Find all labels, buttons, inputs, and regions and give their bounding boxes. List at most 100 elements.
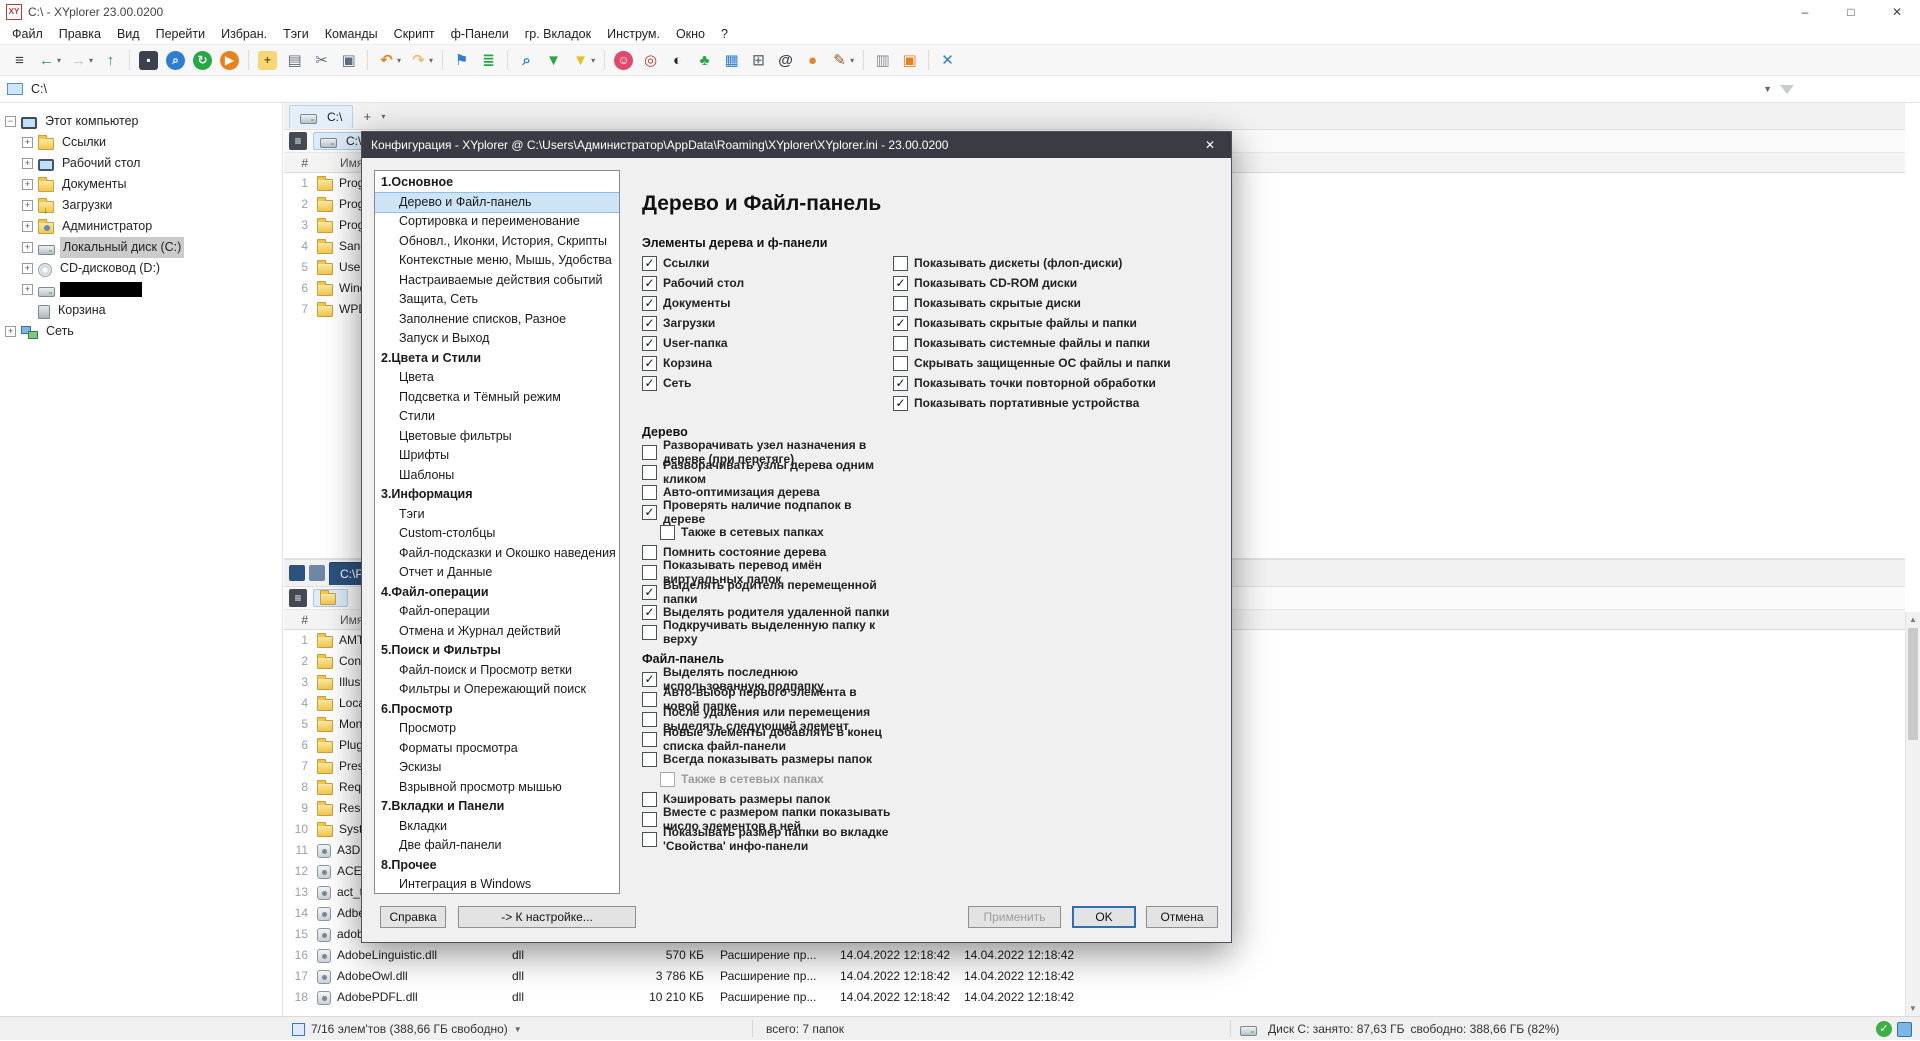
- config-nav-item[interactable]: 7.Вкладки и Панели: [375, 797, 619, 817]
- checkbox-row[interactable]: ✓Загрузки: [642, 313, 893, 333]
- column-number[interactable]: #: [284, 613, 308, 627]
- config-nav-item[interactable]: Эскизы: [375, 758, 619, 778]
- zoom-button[interactable]: ⌕: [163, 47, 188, 73]
- checkbox-row[interactable]: ✓Показывать портативные устройства: [893, 393, 1171, 413]
- tree-item[interactable]: +: [0, 279, 282, 300]
- selection-status[interactable]: 7/16 элем'тов (388,66 ГБ свободно) ▼: [292, 1017, 522, 1041]
- filter-funnel-icon[interactable]: [1780, 85, 1794, 94]
- address-dropdown-icon[interactable]: ▼: [1755, 84, 1780, 94]
- checkbox[interactable]: [642, 625, 657, 640]
- scroll-up-icon[interactable]: ▲: [1906, 612, 1920, 627]
- filter-button[interactable]: ▼: [541, 47, 566, 73]
- status-panel-icon[interactable]: [1897, 1022, 1912, 1037]
- checkbox[interactable]: ✓: [642, 356, 657, 371]
- table-button[interactable]: ⊞: [746, 47, 771, 73]
- config-nav-item[interactable]: Дерево и Файл-панель: [375, 193, 619, 213]
- minimize-button[interactable]: –: [1782, 0, 1828, 24]
- config-nav-item[interactable]: Отчет и Данные: [375, 563, 619, 583]
- config-nav-item[interactable]: Цветовые фильтры: [375, 427, 619, 447]
- ok-button[interactable]: OK: [1072, 906, 1136, 928]
- checkbox[interactable]: ✓: [893, 316, 908, 331]
- expander-icon[interactable]: +: [22, 242, 33, 253]
- checkbox-row[interactable]: ✓Сеть: [642, 373, 893, 393]
- checkbox-row[interactable]: ✓Показывать CD-ROM диски: [893, 273, 1171, 293]
- checkbox-row[interactable]: Показывать размер папки во вкладке 'Свой…: [642, 829, 893, 849]
- checkbox[interactable]: ✓: [642, 605, 657, 620]
- brush-button[interactable]: ✎▾: [827, 47, 857, 73]
- checkbox-row[interactable]: Показывать системные файлы и папки: [893, 333, 1171, 353]
- checkbox-row[interactable]: ✓Корзина: [642, 353, 893, 373]
- checkbox[interactable]: [893, 256, 908, 271]
- checkbox[interactable]: ✓: [642, 585, 657, 600]
- tree-item[interactable]: +Локальный диск (C:): [0, 237, 282, 258]
- checkbox[interactable]: [642, 545, 657, 560]
- go-button[interactable]: ▶: [217, 47, 242, 73]
- config-nav-item[interactable]: Стили: [375, 407, 619, 427]
- menu-item[interactable]: Инструм.: [599, 24, 668, 44]
- tree-item[interactable]: +Корзина: [0, 300, 282, 321]
- panel-button[interactable]: ▣: [897, 47, 922, 73]
- grid-button[interactable]: ▦: [719, 47, 744, 73]
- config-nav-item[interactable]: Файл-операции: [375, 602, 619, 622]
- config-nav-item[interactable]: Шаблоны: [375, 466, 619, 486]
- checkbox[interactable]: ✓: [642, 276, 657, 291]
- help-button[interactable]: Справка: [380, 906, 446, 928]
- checkbox[interactable]: [642, 752, 657, 767]
- dialog-close-button[interactable]: ✕: [1189, 132, 1231, 158]
- checkbox[interactable]: [642, 832, 657, 847]
- config-nav-item[interactable]: 8.Прочее: [375, 856, 619, 876]
- config-nav-item[interactable]: Форматы просмотра: [375, 739, 619, 759]
- menu-item[interactable]: ?: [713, 24, 736, 44]
- goto-setting-button[interactable]: -> К настройке...: [458, 906, 636, 928]
- config-nav-item[interactable]: Настраиваемые действия событий: [375, 271, 619, 291]
- file-row[interactable]: 18AdobePDFL.dlldll10 210 КБРасширение пр…: [284, 987, 1905, 1008]
- checkbox[interactable]: [642, 792, 657, 807]
- close-button[interactable]: ✕: [1874, 0, 1920, 24]
- menu-item[interactable]: Перейти: [148, 24, 214, 44]
- contrast-button[interactable]: ◐: [665, 47, 690, 73]
- tree-style-button[interactable]: ♣: [692, 47, 717, 73]
- config-nav-item[interactable]: Вкладки: [375, 817, 619, 837]
- file-row[interactable]: 16AdobeLinguistic.dlldll570 КБРасширение…: [284, 945, 1905, 966]
- menu-item[interactable]: ф-Панели: [443, 24, 517, 44]
- checkbox-row[interactable]: ✓Документы: [642, 293, 893, 313]
- checkbox-row[interactable]: ✓Рабочий стол: [642, 273, 893, 293]
- config-nav-item[interactable]: 5.Поиск и Фильтры: [375, 641, 619, 661]
- checkbox-row[interactable]: ✓Показывать точки повторной обработки: [893, 373, 1171, 393]
- maximize-button[interactable]: □: [1828, 0, 1874, 24]
- expander-icon[interactable]: +: [22, 179, 33, 190]
- checkbox[interactable]: ✓: [642, 672, 657, 687]
- flag-button[interactable]: ⚑: [449, 47, 474, 73]
- config-nav-item[interactable]: Фильтры и Опережающий поиск: [375, 680, 619, 700]
- spiral-button[interactable]: ◎: [638, 47, 663, 73]
- checkbox[interactable]: [893, 356, 908, 371]
- forward-button[interactable]: →▾: [66, 47, 96, 73]
- checkbox[interactable]: ✓: [893, 276, 908, 291]
- new-folder-button[interactable]: +: [255, 47, 280, 73]
- checkbox[interactable]: ✓: [642, 336, 657, 351]
- checkbox[interactable]: [893, 336, 908, 351]
- checkbox[interactable]: [660, 772, 675, 787]
- tree-item[interactable]: +Сеть: [0, 321, 282, 342]
- scroll-down-icon[interactable]: ▼: [1906, 1001, 1920, 1016]
- checkbox-row[interactable]: ✓Ссылки: [642, 253, 893, 273]
- tree-item[interactable]: +Ссылки: [0, 132, 282, 153]
- expander-icon[interactable]: +: [22, 221, 33, 232]
- config-nav-item[interactable]: Сортировка и переименование: [375, 212, 619, 232]
- refresh-button[interactable]: ↻: [190, 47, 215, 73]
- expander-icon[interactable]: −: [5, 116, 16, 127]
- column-name[interactable]: Имя: [340, 613, 363, 627]
- screen-button[interactable]: ▪: [136, 47, 161, 73]
- checkbox-row[interactable]: Новые элементы добавлять в конец списка …: [642, 729, 893, 749]
- config-nav-item[interactable]: 6.Просмотр: [375, 700, 619, 720]
- column-name[interactable]: Имя: [340, 156, 363, 170]
- checkbox-row[interactable]: ✓User-папка: [642, 333, 893, 353]
- expander-icon[interactable]: +: [22, 158, 33, 169]
- sphere-button[interactable]: ●: [800, 47, 825, 73]
- config-nav-item[interactable]: Заполнение списков, Разное: [375, 310, 619, 330]
- checkbox[interactable]: ✓: [893, 376, 908, 391]
- config-nav-item[interactable]: Файл-поиск и Просмотр ветки: [375, 661, 619, 681]
- config-nav-item[interactable]: 4.Файл-операции: [375, 583, 619, 603]
- tree-item[interactable]: +Загрузки: [0, 195, 282, 216]
- tab-c-drive[interactable]: C:\: [289, 105, 353, 128]
